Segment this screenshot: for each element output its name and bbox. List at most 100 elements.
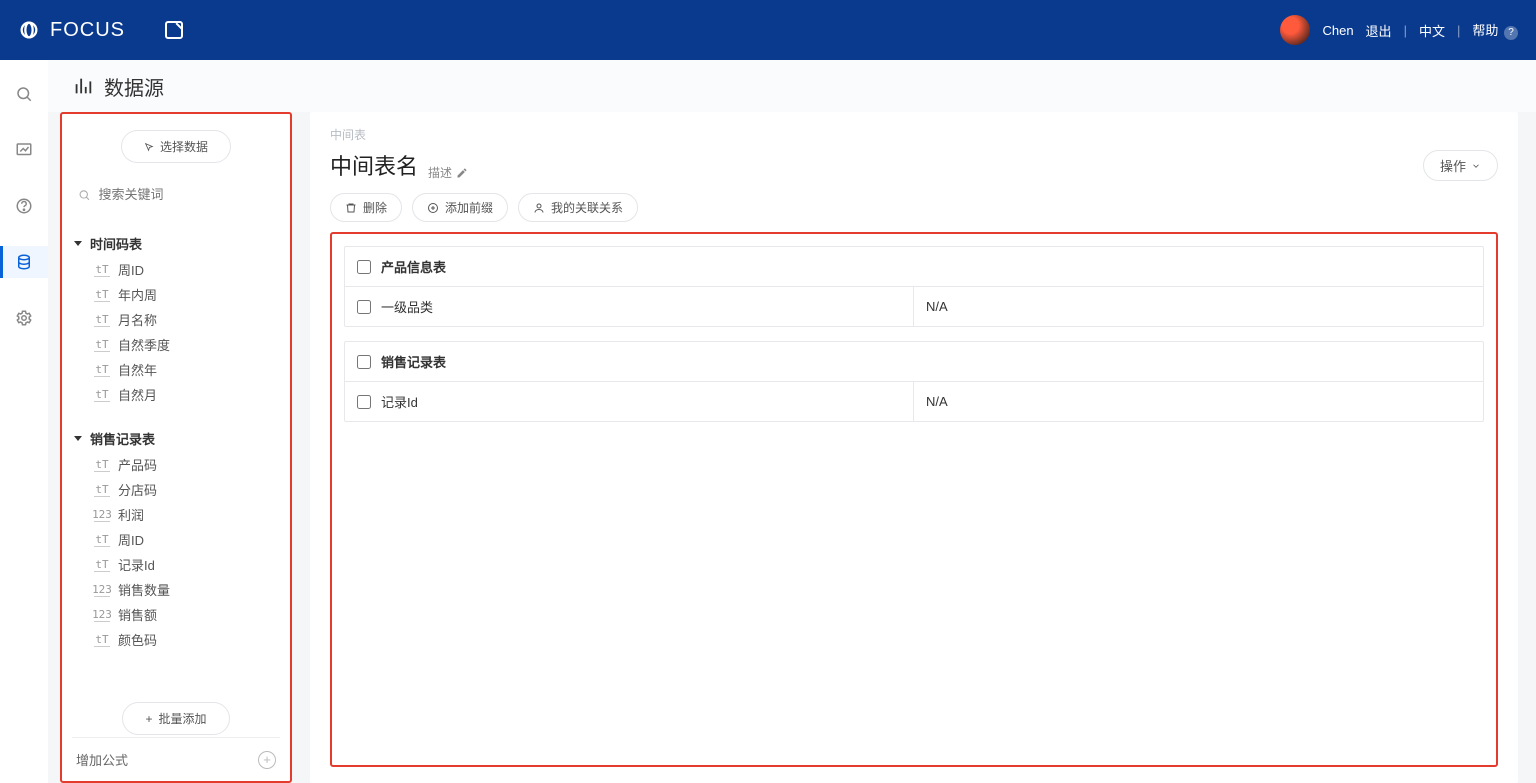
add-prefix-button[interactable]: 添加前缀 (412, 193, 508, 222)
search-input-wrap[interactable] (72, 183, 280, 206)
tree-field-label: 自然月 (118, 385, 157, 404)
search-icon (78, 188, 91, 202)
tree-field[interactable]: tT 产品码 (94, 452, 280, 477)
pencil-icon (456, 167, 468, 179)
text-type-icon: tT (94, 533, 110, 547)
mapping-table: 产品信息表一级品类 N/A (344, 246, 1484, 327)
plus-icon: + (145, 712, 152, 726)
tree-field-label: 记录Id (118, 555, 155, 574)
mapping-table-header[interactable]: 销售记录表 (345, 342, 1483, 382)
delete-button[interactable]: 删除 (330, 193, 402, 222)
tree-field-label: 分店码 (118, 480, 157, 499)
row-checkbox[interactable] (357, 300, 371, 314)
row-column-name: 一级品类 (381, 297, 433, 316)
main-panel: 中间表 中间表名 描述 操作 删除 添加前缀 我的关联关系 (310, 112, 1518, 783)
text-type-icon: tT (94, 458, 110, 472)
text-type-icon: tT (94, 363, 110, 377)
tree-field-label: 周ID (118, 260, 144, 279)
row-value: N/A (914, 382, 1483, 421)
brand-logo-icon (18, 19, 40, 41)
left-panel: 选择数据 时间码表 tT 周ID tT 年内周 tT 月名称 tT 自然季度 tT 自然年 tT 自然月… (60, 112, 292, 783)
number-type-icon: 123 (94, 508, 110, 522)
select-data-button[interactable]: 选择数据 (121, 130, 231, 163)
tree-group-header[interactable]: 销售记录表 (72, 425, 280, 452)
tables-area: 产品信息表一级品类N/A销售记录表记录IdN/A (330, 232, 1498, 767)
rail-search[interactable] (0, 78, 48, 110)
trash-icon (345, 202, 357, 214)
tree-field[interactable]: tT 周ID (94, 257, 280, 282)
chevron-down-icon (1471, 161, 1481, 171)
tree-field-label: 自然年 (118, 360, 157, 379)
tree-field[interactable]: tT 自然季度 (94, 332, 280, 357)
my-relations-button[interactable]: 我的关联关系 (518, 193, 638, 222)
main-title: 中间表名 (330, 149, 418, 181)
tree-field-label: 周ID (118, 530, 144, 549)
rail-settings[interactable] (0, 302, 48, 334)
logout-link[interactable]: 退出 (1366, 21, 1392, 40)
tree-field[interactable]: tT 周ID (94, 527, 280, 552)
batch-add-button[interactable]: + 批量添加 (122, 702, 229, 735)
text-type-icon: tT (94, 338, 110, 352)
language-link[interactable]: 中文 (1419, 21, 1445, 40)
rail-dashboard[interactable] (0, 134, 48, 166)
bars-icon (72, 75, 94, 97)
plus-circle-icon (427, 202, 439, 214)
mapping-table-header[interactable]: 产品信息表 (345, 247, 1483, 287)
text-type-icon: tT (94, 388, 110, 402)
tree-field[interactable]: tT 月名称 (94, 307, 280, 332)
text-type-icon: tT (94, 483, 110, 497)
tree-field[interactable]: tT 记录Id (94, 552, 280, 577)
help-link[interactable]: 帮助 ? (1472, 20, 1518, 40)
page-title: 数据源 (48, 60, 1536, 112)
table-row: 一级品类 N/A (345, 287, 1483, 326)
tree-field-label: 销售数量 (118, 580, 170, 599)
text-type-icon: tT (94, 313, 110, 327)
tree-field[interactable]: 123 销售额 (94, 602, 280, 627)
number-type-icon: 123 (94, 608, 110, 622)
text-type-icon: tT (94, 633, 110, 647)
tree-field[interactable]: 123 利润 (94, 502, 280, 527)
tree-field[interactable]: tT 年内周 (94, 282, 280, 307)
table-header-checkbox[interactable] (357, 355, 371, 369)
text-type-icon: tT (94, 288, 110, 302)
tree-field[interactable]: tT 自然年 (94, 357, 280, 382)
search-input[interactable] (99, 187, 274, 202)
text-type-icon: tT (94, 263, 110, 277)
user-icon (533, 202, 545, 214)
tree-field-label: 年内周 (118, 285, 157, 304)
caret-down-icon (74, 241, 82, 246)
rail-help[interactable] (0, 190, 48, 222)
tree-field-label: 产品码 (118, 455, 157, 474)
rail-datasource[interactable] (0, 246, 48, 278)
tree-group-header[interactable]: 时间码表 (72, 230, 280, 257)
tree-field-label: 销售额 (118, 605, 157, 624)
tree-field[interactable]: tT 颜色码 (94, 627, 280, 652)
add-formula-button[interactable]: + (258, 751, 276, 769)
subtitle[interactable]: 描述 (428, 164, 468, 181)
caret-down-icon (74, 436, 82, 441)
brand: FOCUS (18, 19, 125, 42)
breadcrumb: 中间表 (330, 126, 1498, 143)
tree-field-label: 利润 (118, 505, 144, 524)
tree-field-label: 月名称 (118, 310, 157, 329)
table-row: 记录Id N/A (345, 382, 1483, 421)
tree-field[interactable]: tT 自然月 (94, 382, 280, 407)
row-value: N/A (914, 287, 1483, 326)
actions-dropdown[interactable]: 操作 (1423, 150, 1498, 181)
edit-icon[interactable] (165, 21, 183, 39)
avatar[interactable] (1280, 15, 1310, 45)
number-type-icon: 123 (94, 583, 110, 597)
help-icon: ? (1504, 26, 1518, 40)
mapping-table: 销售记录表记录Id N/A (344, 341, 1484, 422)
tree-field-label: 颜色码 (118, 630, 157, 649)
table-header-checkbox[interactable] (357, 260, 371, 274)
tree-field[interactable]: tT 分店码 (94, 477, 280, 502)
row-checkbox[interactable] (357, 395, 371, 409)
text-type-icon: tT (94, 558, 110, 572)
pointer-icon (144, 142, 154, 152)
username[interactable]: Chen (1322, 23, 1353, 38)
tree-field[interactable]: 123 销售数量 (94, 577, 280, 602)
row-column-name: 记录Id (381, 392, 418, 411)
tree-field-label: 自然季度 (118, 335, 170, 354)
add-formula-label: 增加公式 (76, 750, 128, 769)
